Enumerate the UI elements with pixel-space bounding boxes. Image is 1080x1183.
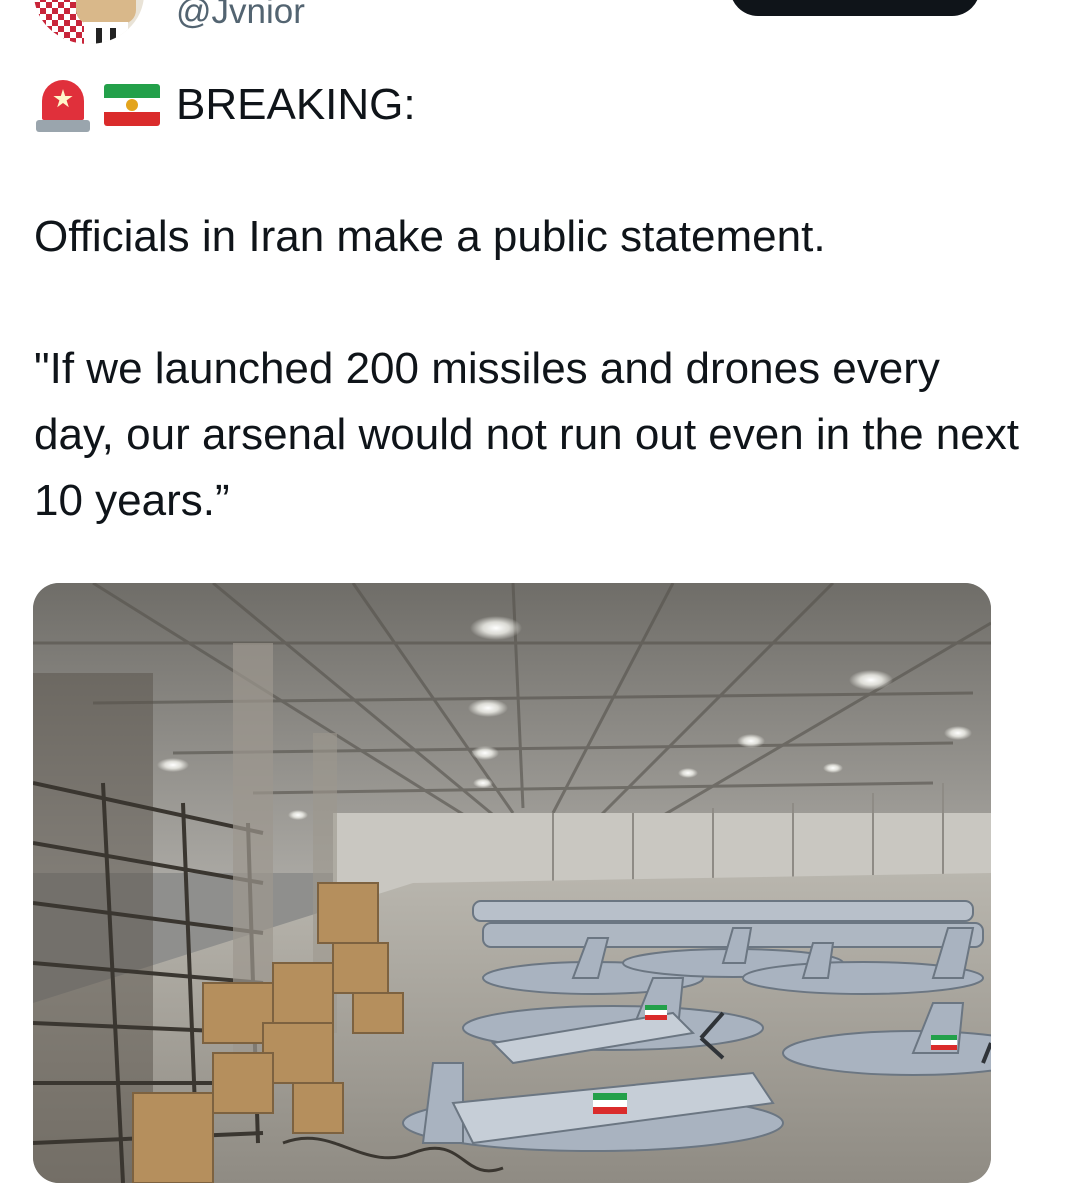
tweet-statement: Officials in Iran make a public statemen…: [34, 212, 826, 261]
author-handle[interactable]: @Jvnior: [176, 0, 305, 34]
tweet-quote: "If we launched 200 missiles and drones …: [34, 344, 1019, 525]
author-avatar[interactable]: [34, 0, 144, 44]
warehouse-drones-image: [33, 583, 991, 1183]
tweet-headline: BREAKING:: [34, 72, 1020, 138]
rotating-light-icon: [34, 78, 92, 132]
tweet-media-photo[interactable]: [33, 583, 991, 1183]
follow-button[interactable]: [730, 0, 980, 16]
avatar-collar: [84, 22, 128, 44]
iran-lion-sun-flag-icon: [102, 78, 162, 132]
avatar-face: [76, 0, 136, 24]
headline-text: BREAKING:: [176, 80, 416, 129]
